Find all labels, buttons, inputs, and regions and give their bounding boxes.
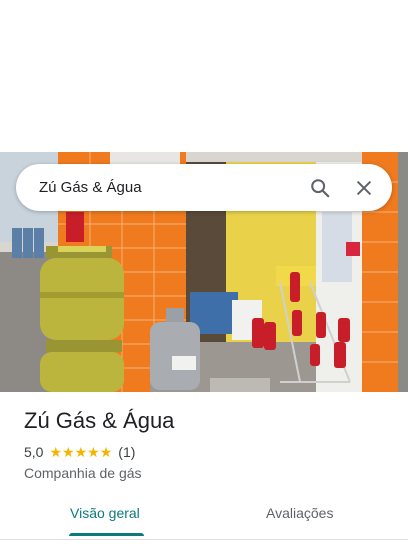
divider xyxy=(0,539,408,540)
tab-reviews[interactable]: Avaliações xyxy=(266,505,333,521)
star-icon: ★ xyxy=(74,444,88,460)
rating-row[interactable]: 5,0 ★ ★ ★ ★ ★ (1) xyxy=(24,444,135,460)
star-icon: ★ xyxy=(62,444,75,460)
tab-overview[interactable]: Visão geral xyxy=(70,505,140,521)
search-input[interactable]: Zú Gás & Água xyxy=(39,179,300,196)
place-tabs: Visão geral Avaliações xyxy=(0,497,408,537)
tab-selected-indicator xyxy=(69,533,144,536)
star-icon: ★ xyxy=(87,444,100,460)
search-bar[interactable]: Zú Gás & Água xyxy=(16,164,392,211)
star-icon: ★ xyxy=(49,444,63,460)
star-icon: ★ xyxy=(99,444,113,460)
place-category: Companhia de gás xyxy=(24,465,142,481)
rating-value: 5,0 xyxy=(24,444,44,460)
close-icon[interactable] xyxy=(344,168,384,208)
review-count[interactable]: (1) xyxy=(118,444,135,460)
search-icon[interactable] xyxy=(300,168,340,208)
rating-stars: ★ ★ ★ ★ ★ xyxy=(49,445,112,459)
place-name: Zú Gás & Água xyxy=(24,408,175,433)
